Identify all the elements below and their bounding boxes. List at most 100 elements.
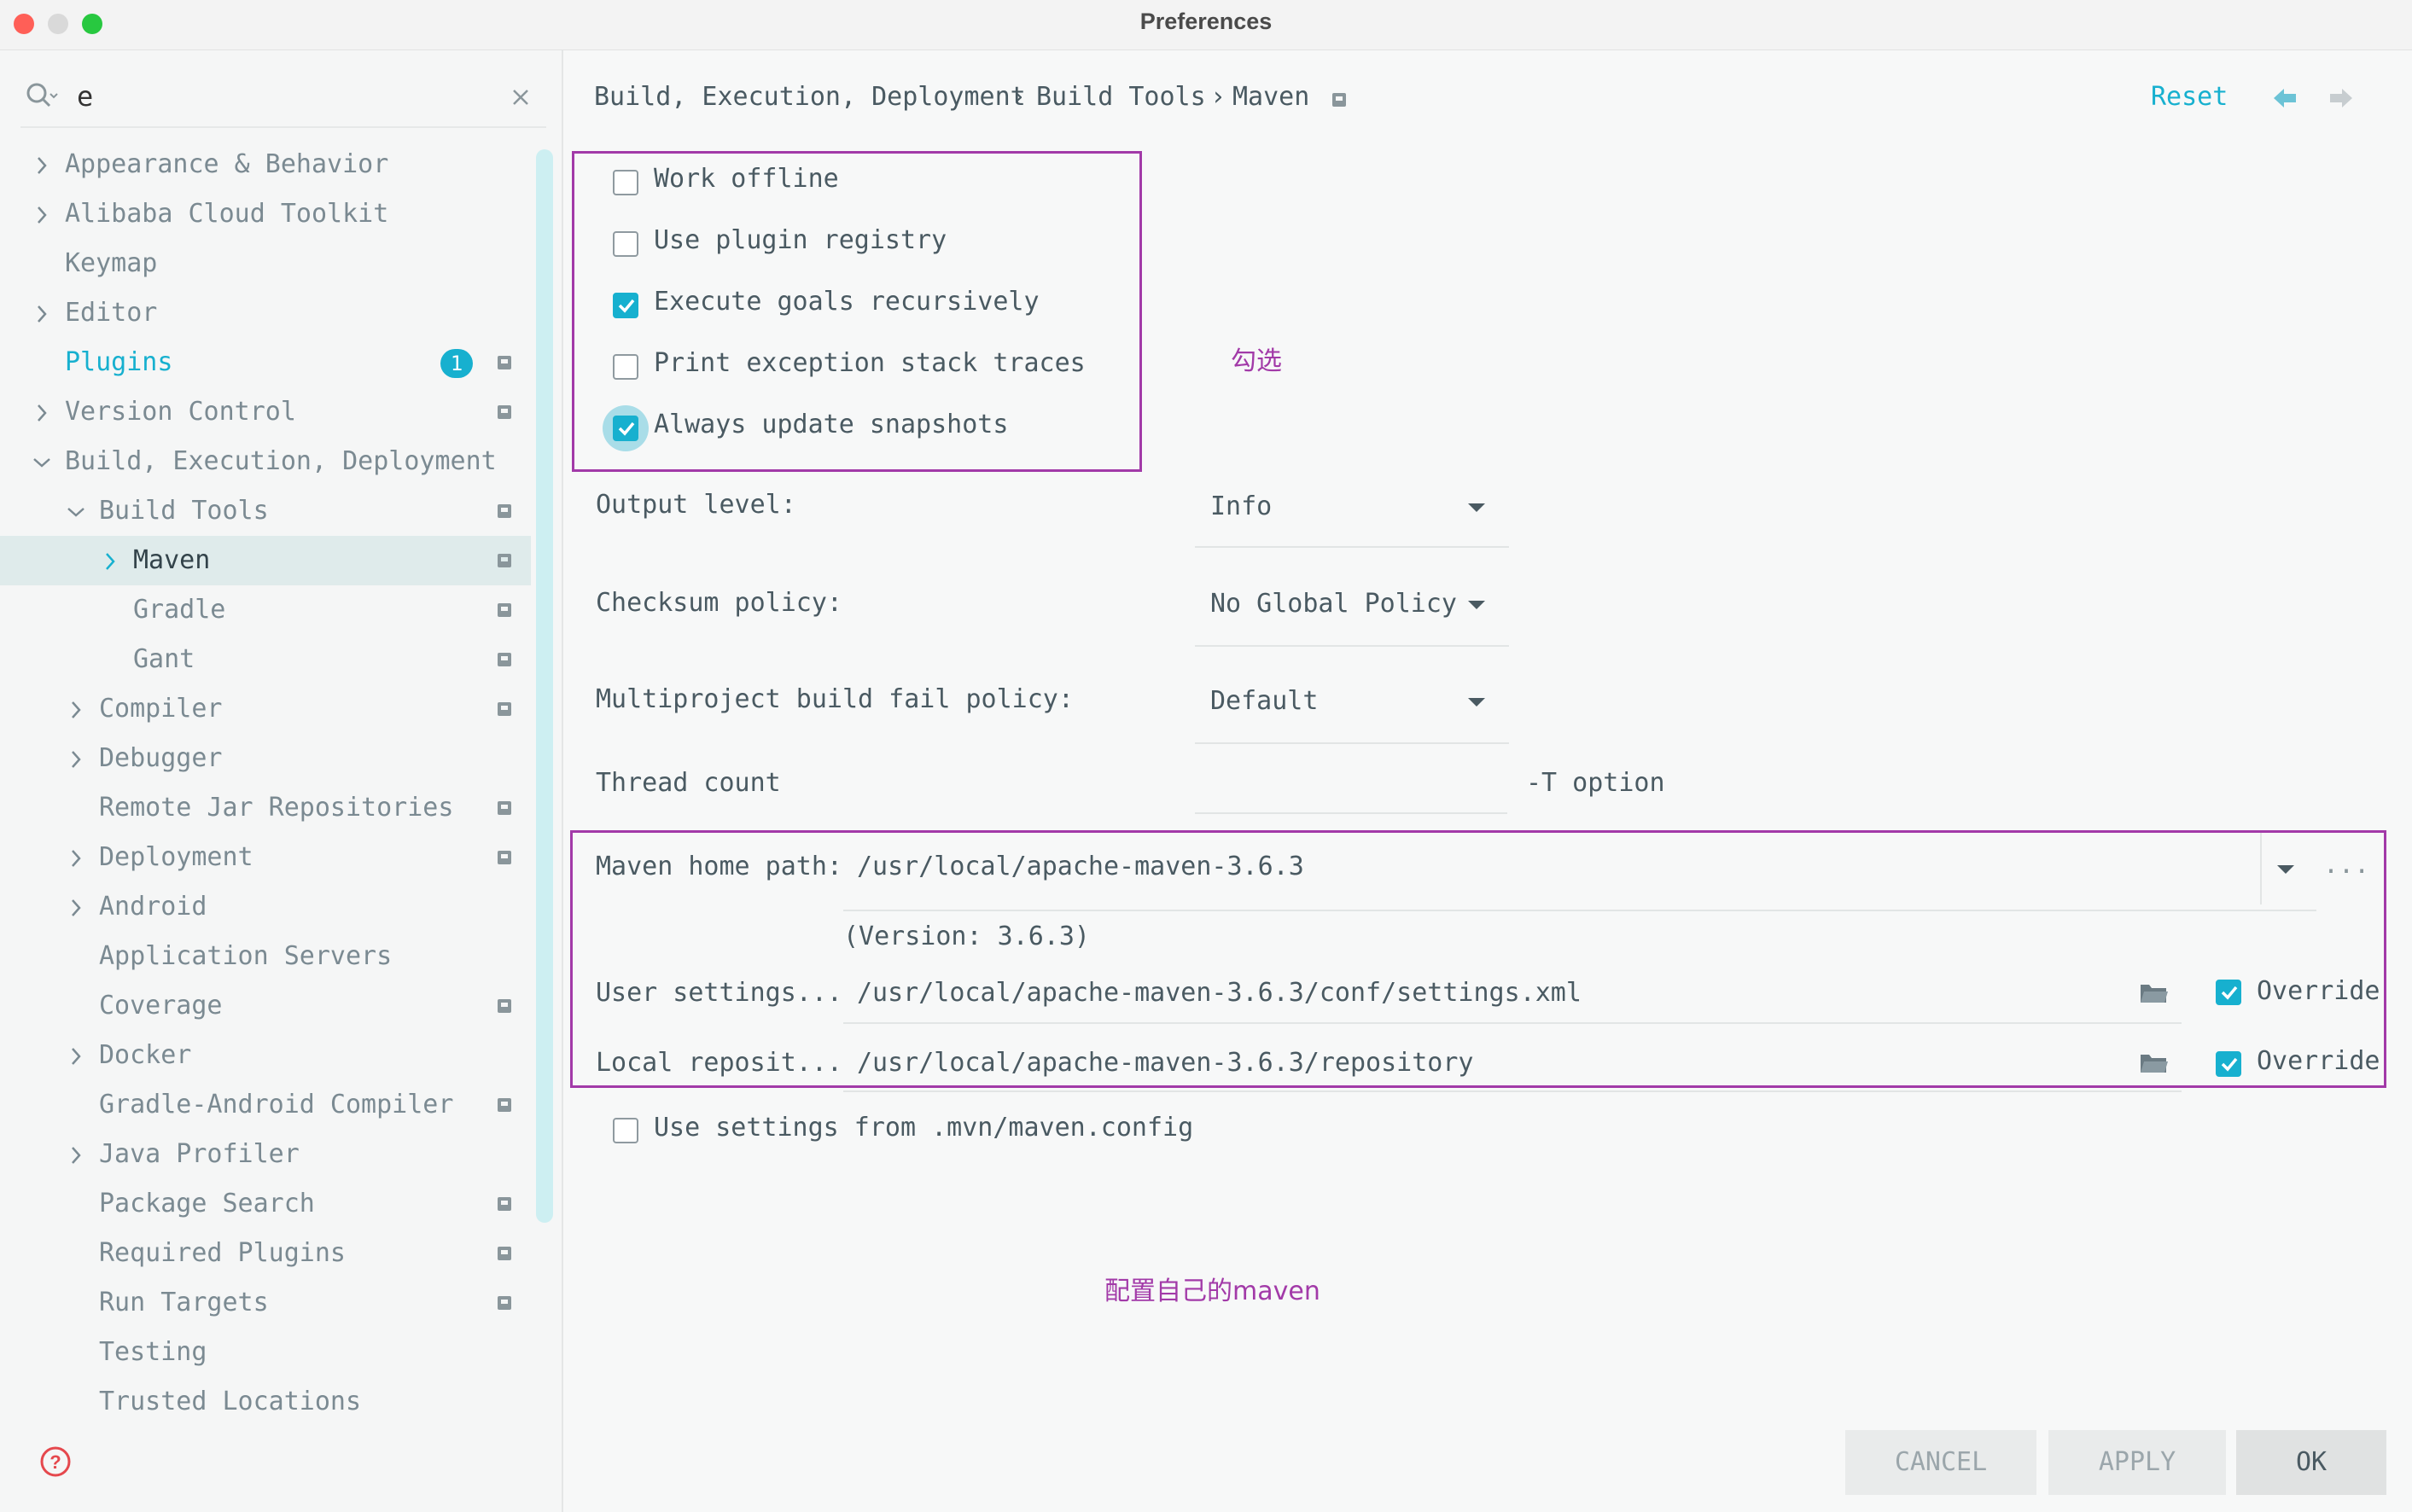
tree-item-appearance-behavior[interactable]: Appearance & Behavior [0, 140, 529, 189]
settings-search-input[interactable]: e [77, 80, 93, 113]
apply-button[interactable]: APPLY [2048, 1430, 2226, 1495]
chevron-right-icon[interactable] [63, 1130, 89, 1179]
tree-item-gradle-android-compiler[interactable]: Gradle-Android Compiler [0, 1080, 512, 1130]
tree-item-label: Editor [65, 298, 158, 328]
folder-icon[interactable] [2139, 981, 2170, 1005]
forward-arrow-icon[interactable] [2328, 87, 2354, 113]
local-repository-override-label[interactable]: Override [2257, 1046, 2380, 1076]
dropdown-arrow-icon[interactable] [1466, 502, 1487, 514]
checksum-policy-underline [1195, 645, 1509, 647]
clear-search-icon[interactable] [510, 87, 531, 111]
tree-item-gant[interactable]: Gant [0, 635, 512, 684]
chevron-right-icon[interactable] [97, 536, 123, 585]
tree-item-application-servers[interactable]: Application Servers [0, 932, 529, 981]
execute-goals-checkbox[interactable] [613, 293, 638, 318]
search-icon [26, 82, 58, 114]
project-settings-icon [498, 603, 511, 617]
tree-item-required-plugins[interactable]: Required Plugins [0, 1229, 512, 1278]
tree-item-label: Appearance & Behavior [65, 149, 389, 179]
chevron-right-icon[interactable] [29, 387, 55, 437]
tree-item-debugger[interactable]: Debugger [0, 734, 529, 783]
output-level-select[interactable]: Info [1210, 491, 1272, 521]
breadcrumb-build-tools[interactable]: Build Tools [1036, 82, 1206, 112]
work-offline-label[interactable]: Work offline [654, 164, 839, 194]
check-icon [618, 299, 635, 313]
project-settings-icon [498, 653, 511, 666]
tree-item-gradle[interactable]: Gradle [0, 585, 512, 635]
chevron-down-icon[interactable] [63, 486, 89, 536]
chevron-right-icon[interactable] [29, 189, 55, 239]
tree-item-package-search[interactable]: Package Search [0, 1179, 512, 1229]
browse-maven-home-button[interactable]: ... [2323, 850, 2369, 880]
dropdown-arrow-icon[interactable] [2275, 864, 2296, 875]
print-exception-label[interactable]: Print exception stack traces [654, 348, 1086, 378]
execute-goals-label[interactable]: Execute goals recursively [654, 287, 1040, 317]
tree-item-android[interactable]: Android [0, 882, 529, 932]
tree-item-run-targets[interactable]: Run Targets [0, 1278, 512, 1328]
local-repository-underline [843, 1090, 2182, 1092]
tree-item-coverage[interactable]: Coverage [0, 981, 512, 1031]
tree-item-deployment[interactable]: Deployment [0, 833, 512, 882]
tree-item-label: Android [99, 892, 207, 922]
chevron-right-icon[interactable] [63, 833, 89, 882]
reset-link[interactable]: Reset [2151, 82, 2228, 112]
tree-item-java-profiler[interactable]: Java Profiler [0, 1130, 529, 1179]
print-exception-checkbox[interactable] [613, 354, 638, 380]
user-settings-underline [843, 1022, 2182, 1024]
chevron-down-icon[interactable] [29, 437, 55, 486]
tree-item-label: Keymap [65, 248, 158, 278]
ok-button[interactable]: OK [2236, 1430, 2386, 1495]
chevron-right-icon[interactable] [63, 684, 89, 734]
use-mvn-config-checkbox[interactable] [613, 1118, 638, 1143]
tree-item-version-control[interactable]: Version Control [0, 387, 512, 437]
sidebar-scrollbar[interactable] [536, 149, 553, 1223]
cancel-button[interactable]: CANCEL [1845, 1430, 2036, 1495]
chevron-right-icon[interactable] [63, 734, 89, 783]
use-plugin-registry-label[interactable]: Use plugin registry [654, 225, 947, 255]
tree-item-plugins[interactable]: Plugins 1 [0, 338, 512, 387]
chevron-right-icon[interactable] [29, 140, 55, 189]
maven-home-label: Maven home path: [596, 852, 842, 881]
dropdown-arrow-icon[interactable] [1466, 599, 1487, 611]
fail-policy-select[interactable]: Default [1210, 686, 1318, 716]
use-plugin-registry-checkbox[interactable] [613, 231, 638, 257]
checksum-policy-select[interactable]: No Global Policy [1210, 589, 1457, 619]
user-settings-override-label[interactable]: Override [2257, 976, 2380, 1006]
dropdown-arrow-icon[interactable] [1466, 696, 1487, 708]
tree-item-editor[interactable]: Editor [0, 288, 529, 338]
tree-item-label: Deployment [99, 842, 253, 872]
always-update-snapshots-checkbox[interactable] [613, 416, 638, 441]
output-level-underline [1195, 546, 1509, 548]
always-update-snapshots-label[interactable]: Always update snapshots [654, 410, 1008, 439]
tree-item-remote-jar-repositories[interactable]: Remote Jar Repositories [0, 783, 512, 833]
local-repository-override-checkbox[interactable] [2216, 1051, 2241, 1077]
tree-item-maven[interactable]: Maven [0, 536, 531, 585]
window-title: Preferences [1139, 9, 1273, 34]
use-mvn-config-label[interactable]: Use settings from .mvn/maven.config [654, 1113, 1193, 1143]
chevron-right-icon[interactable] [63, 1031, 89, 1080]
tree-item-label: Build Tools [99, 496, 269, 526]
chevron-right-icon[interactable] [29, 288, 55, 338]
local-repository-input[interactable]: /usr/local/apache-maven-3.6.3/repository [857, 1048, 1473, 1078]
tree-item-alibaba-cloud-toolkit[interactable]: Alibaba Cloud Toolkit [0, 189, 529, 239]
tree-item-build-tools[interactable]: Build Tools [0, 486, 512, 536]
tree-item-docker[interactable]: Docker [0, 1031, 529, 1080]
project-settings-icon [498, 554, 511, 567]
output-level-label: Output level: [596, 490, 796, 520]
tree-item-trusted-locations[interactable]: Trusted Locations [0, 1377, 529, 1427]
tree-item-compiler[interactable]: Compiler [0, 684, 512, 734]
project-settings-icon [498, 1098, 511, 1112]
user-settings-input[interactable]: /usr/local/apache-maven-3.6.3/conf/setti… [857, 978, 1582, 1008]
help-icon[interactable]: ? [39, 1445, 72, 1481]
tree-item-testing[interactable]: Testing [0, 1328, 529, 1377]
tree-item-build-execution-deployment[interactable]: Build, Execution, Deployment [0, 437, 529, 486]
chevron-right-icon[interactable] [63, 882, 89, 932]
work-offline-checkbox[interactable] [613, 170, 638, 195]
tree-item-keymap[interactable]: Keymap [0, 239, 529, 288]
user-settings-label: User settings... [596, 978, 842, 1008]
breadcrumb-build-execution-deployment[interactable]: Build, Execution, Deployment [594, 82, 1026, 112]
maven-home-input[interactable]: /usr/local/apache-maven-3.6.3 [857, 852, 1304, 881]
folder-icon[interactable] [2139, 1051, 2170, 1075]
user-settings-override-checkbox[interactable] [2216, 980, 2241, 1005]
back-arrow-icon[interactable] [2272, 87, 2298, 113]
